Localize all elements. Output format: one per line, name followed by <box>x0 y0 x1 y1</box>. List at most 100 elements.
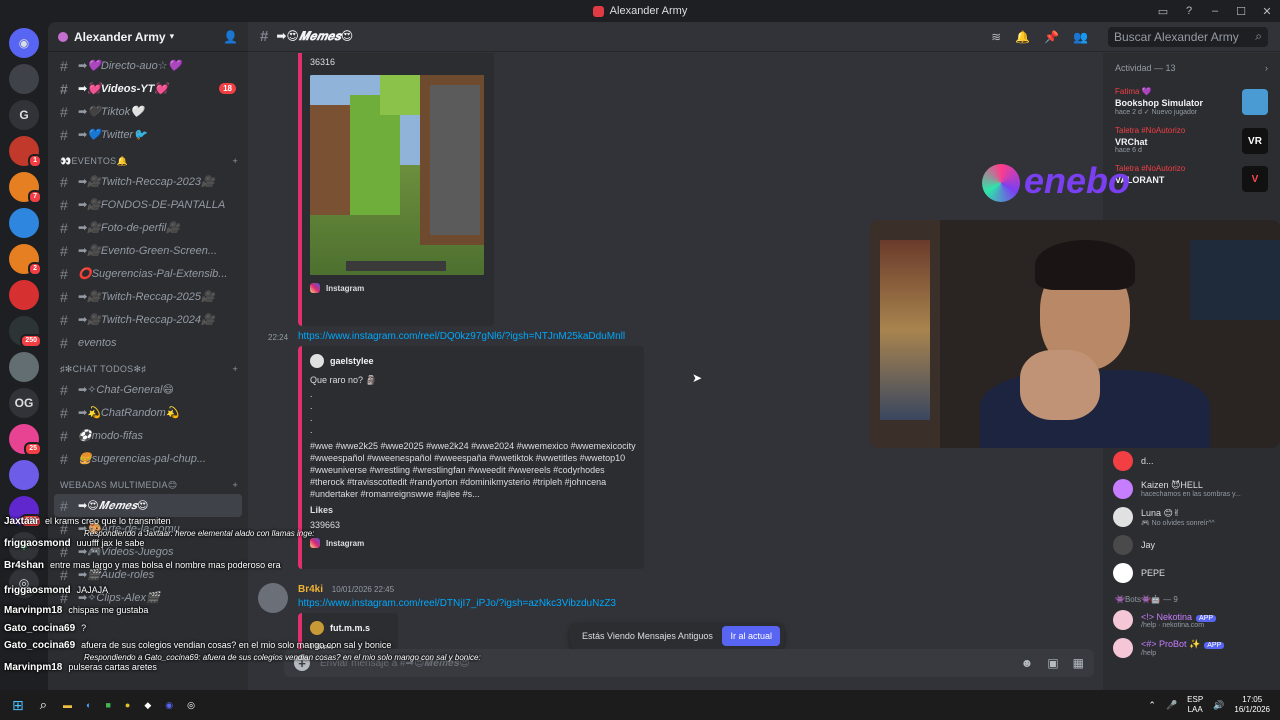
threads-icon[interactable]: ≋ <box>991 30 1001 44</box>
avatar[interactable] <box>258 583 288 613</box>
app-icon[interactable]: ◆ <box>144 700 151 711</box>
chevron-right-icon[interactable]: › <box>1265 63 1268 73</box>
message-link[interactable]: https://www.instagram.com/reel/DTNjI7_iP… <box>298 598 616 609</box>
windows-start-icon[interactable]: ⊞ <box>12 697 24 714</box>
add-channel-icon[interactable]: + <box>232 156 238 167</box>
server-header[interactable]: Alexander Army ▾ 👤 <box>48 22 248 52</box>
server-icon[interactable]: 1 <box>9 136 42 168</box>
bell-icon[interactable]: 🔔 <box>1015 30 1030 44</box>
chrome-icon[interactable]: ● <box>125 700 130 710</box>
bot-item[interactable]: <#> ProBot ✨ APP/help <box>1103 634 1280 662</box>
channel-item[interactable]: # ➡💙Twitter🐦 <box>54 123 242 146</box>
server-icon[interactable] <box>9 352 39 382</box>
message-author[interactable]: Br4ki <box>298 584 323 595</box>
server-icon[interactable] <box>9 280 39 310</box>
gif-icon[interactable]: ▣ <box>1047 656 1058 670</box>
search-icon[interactable]: ⌕ <box>40 697 47 713</box>
activity-item[interactable]: Taletra #NoAutorizo VRChat hace 6 d VR <box>1103 122 1280 160</box>
server-icon[interactable] <box>9 64 39 94</box>
channel-item[interactable]: # ➡🎥Foto-de-perfil🎥 <box>54 216 242 239</box>
server-icon[interactable]: 7 <box>9 172 42 204</box>
channel-item[interactable]: # ➡🎥Twitch-Reccap-2023🎥 <box>54 170 242 193</box>
channel-item[interactable]: # ➡🎥Twitch-Reccap-2024🎥 <box>54 308 242 331</box>
inbox-icon[interactable]: ▭ <box>1150 5 1176 18</box>
gift-icon[interactable]: ☻ <box>1021 656 1034 670</box>
clock-time: 17:05 <box>1242 695 1263 704</box>
avatar <box>1113 563 1133 583</box>
close-button[interactable]: ✕ <box>1254 5 1280 18</box>
server-badge: 561 <box>20 514 42 528</box>
obs-icon[interactable]: ◎ <box>187 700 195 711</box>
channel-item[interactable]: # ➡💓Videos-YT💓 18 <box>54 77 242 100</box>
members-icon[interactable]: 👥 <box>1073 30 1088 44</box>
channel-item[interactable]: # ➡🎥Evento-Green-Screen... <box>54 239 242 262</box>
embed-likes-value: 339663 <box>310 520 341 530</box>
jump-to-present-button[interactable]: Ir al actual <box>722 626 780 646</box>
channel-item[interactable]: # ➡🎮Videos-Juegos <box>54 540 242 563</box>
embed-author[interactable]: gaelstylee <box>310 354 636 368</box>
member-item[interactable]: d... <box>1103 447 1280 475</box>
edge-icon[interactable]: ◐ <box>86 700 91 710</box>
channel-item[interactable]: # ➡💫ChatRandom💫 <box>54 401 242 424</box>
channel-item[interactable]: # ⚽modo-fifas <box>54 424 242 447</box>
channel-category[interactable]: Webadas Multimedia😊 + <box>54 470 242 494</box>
add-channel-icon[interactable]: + <box>232 364 238 375</box>
activity-item[interactable]: Fatima 💜 Bookshop Simulator hace 2 d ✓ Nue… <box>1103 83 1280 122</box>
channel-item[interactable]: # ➡✧Chat-General😄 <box>54 378 242 401</box>
embed-image[interactable] <box>310 75 484 275</box>
clock[interactable]: 17:05 16/1/2026 <box>1234 695 1270 715</box>
search-icon: ⌕ <box>1255 29 1262 43</box>
member-item[interactable]: Jay <box>1103 531 1280 559</box>
channel-item[interactable]: # ⭕Sugerencias-Pal-Extensib... <box>54 262 242 285</box>
server-icon[interactable]: 2 <box>9 244 42 276</box>
attach-plus-icon[interactable]: + <box>294 655 310 671</box>
channel-item[interactable]: # ➡🖤Tiktok🤍 <box>54 100 242 123</box>
server-icon[interactable]: OG <box>9 388 39 418</box>
sticker-icon[interactable]: ▦ <box>1073 656 1084 670</box>
channel-item[interactable]: # ➡💜Directo-auo☆💜 <box>54 54 242 77</box>
message-link[interactable]: https://www.instagram.com/reel/DQ0kz97gN… <box>298 331 625 342</box>
server-icon[interactable]: 561 <box>9 496 42 528</box>
server-icon[interactable] <box>9 208 39 238</box>
server-icon[interactable]: 250 <box>9 316 42 348</box>
maximize-button[interactable]: ☐ <box>1228 5 1254 18</box>
minimize-button[interactable]: – <box>1202 5 1228 17</box>
server-icon[interactable]: 25 <box>9 424 42 456</box>
mic-icon[interactable]: 🎤 <box>1166 700 1177 711</box>
pin-icon[interactable]: 📌 <box>1044 30 1059 44</box>
language-indicator[interactable]: ESP LAA <box>1187 695 1203 715</box>
hash-icon: # <box>260 28 269 45</box>
search-input[interactable]: Buscar Alexander Army ⌕ <box>1108 26 1268 47</box>
channel-item[interactable]: # ➡🎥Twitch-Reccap-2025🎥 <box>54 285 242 308</box>
file-explorer-icon[interactable]: ▬ <box>63 700 72 710</box>
member-item[interactable]: Luna 😊✌ 🎮 No olvides sonreír^^ <box>1103 503 1280 531</box>
channel-item[interactable]: # ➡✧Clips-Alex🎬 <box>54 586 242 609</box>
discord-home-icon[interactable]: ◉ <box>9 28 39 58</box>
embed-author[interactable]: fut.m.m.s <box>310 621 390 635</box>
channel-category[interactable]: ♯✻Chat Todos✻♯ + <box>54 354 242 378</box>
discover-icon[interactable]: ◎ <box>9 568 39 598</box>
help-icon[interactable]: ? <box>1176 5 1202 17</box>
volume-icon[interactable]: 🔊 <box>1213 700 1224 711</box>
add-server-icon[interactable]: + <box>9 532 39 562</box>
member-item[interactable]: Kaizen 😈HELL hacechamos en las sombras y.… <box>1103 475 1280 503</box>
xbox-icon[interactable]: ■ <box>105 700 110 710</box>
message-composer[interactable]: + Enviar mensaje a #➡😍𝑴𝒆𝒎𝒆𝒔😍 ☻ ▣ ▦ <box>284 649 1094 677</box>
channel-item[interactable]: # ➡🎨Arte-de-la-comu... <box>54 517 242 540</box>
discord-taskbar-icon[interactable]: ◉ <box>165 700 173 711</box>
channel-item[interactable]: # ➡🎬Aude-roles <box>54 563 242 586</box>
add-channel-icon[interactable]: + <box>232 480 238 491</box>
invite-icon[interactable]: 👤 <box>223 30 238 44</box>
channel-item[interactable]: # ➡😍𝑴𝒆𝒎𝒆𝒔😍 <box>54 494 242 517</box>
server-name: Alexander Army <box>74 29 166 44</box>
channel-name: 🍔sugerencias-pal-chup... <box>78 453 207 465</box>
server-icon[interactable]: G <box>9 100 39 130</box>
channel-item[interactable]: # ➡🎥FONDOS-DE-PANTALLA <box>54 193 242 216</box>
server-icon[interactable] <box>9 460 39 490</box>
chevron-up-icon[interactable]: ⌃ <box>1148 700 1156 711</box>
bot-item[interactable]: <!> Nekotina APP/help · nekotina.com <box>1103 606 1280 634</box>
channel-item[interactable]: # eventos <box>54 331 242 354</box>
channel-category[interactable]: 👀EVENTOS🔔 + <box>54 146 242 170</box>
member-item[interactable]: PEPE <box>1103 559 1280 587</box>
channel-item[interactable]: # 🍔sugerencias-pal-chup... <box>54 447 242 470</box>
